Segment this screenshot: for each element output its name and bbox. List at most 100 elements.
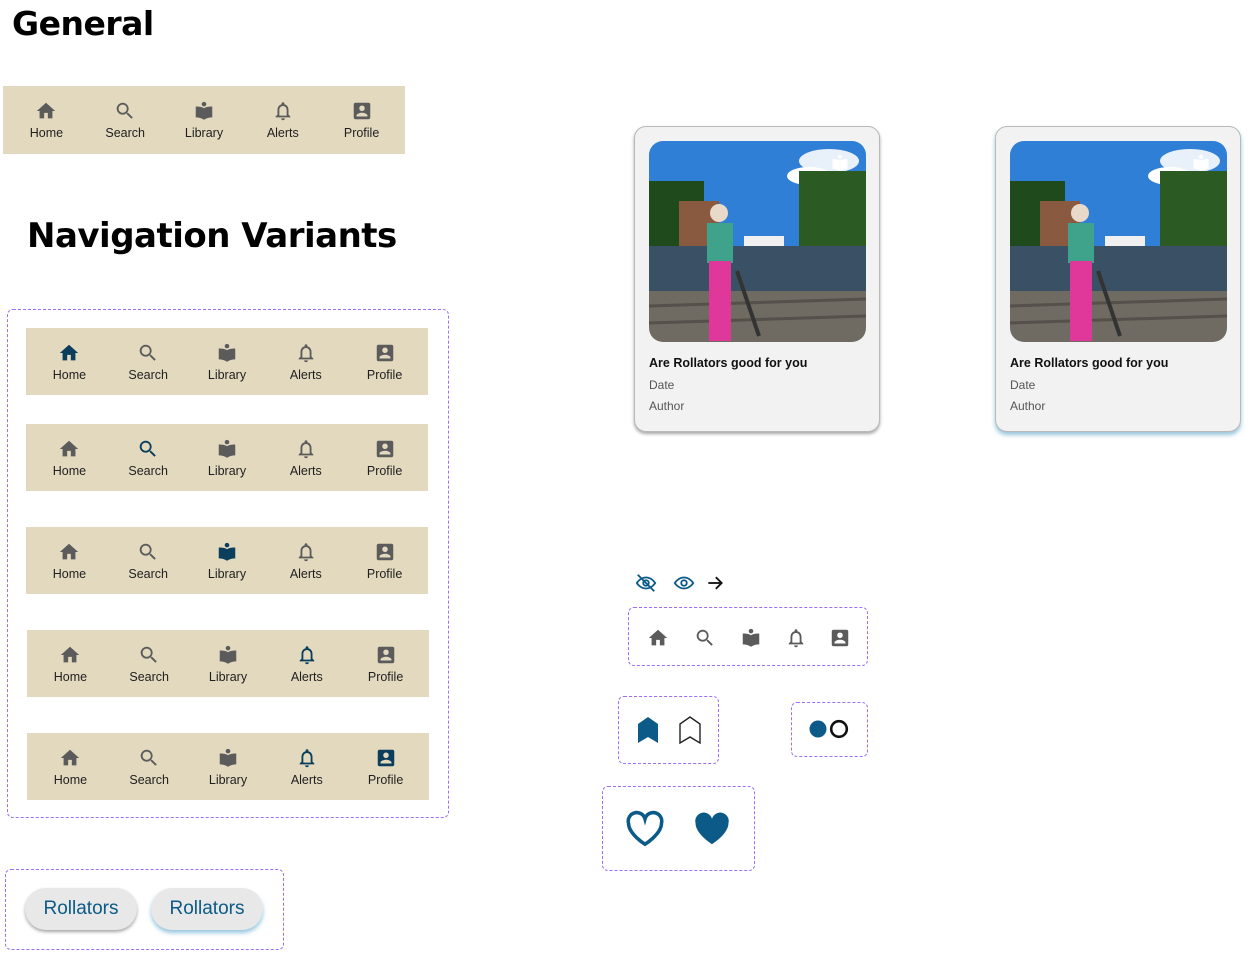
nav-label-alerts: Alerts [290,772,323,787]
nav-label-profile: Profile [366,566,403,581]
nav-item-search[interactable]: Search [86,86,165,154]
nav-item-profile[interactable]: Profile [345,527,424,594]
profile-icon [353,102,370,120]
radio-filled-icon[interactable] [808,719,828,739]
search-icon [139,344,156,361]
nav-item-alerts[interactable]: Alerts [267,733,346,800]
library-icon [218,343,236,362]
nav-item-library[interactable]: Library [189,630,268,697]
eye-icon[interactable] [673,572,695,594]
nav-item-search[interactable]: Search [110,630,189,697]
nav-label-library: Library [207,566,247,581]
nav-item-alerts[interactable]: Alerts [266,328,345,395]
home-icon [60,440,79,456]
article-card-alt[interactable]: Are Rollators good for you Date Author [995,126,1241,432]
radio-outline-icon[interactable] [829,719,849,739]
general-heading: General [12,4,154,43]
nav-item-library[interactable]: Library [165,86,244,154]
nav-item-home[interactable]: Home [30,328,109,395]
home-icon [61,749,80,765]
nav-item-library[interactable]: Library [189,733,268,800]
article-card[interactable]: Are Rollators good for you Date Author [634,126,880,432]
home-icon [60,543,79,559]
search-icon [140,749,157,766]
library-icon [218,439,236,458]
nav-label-library: Library [208,772,248,787]
nav-label-library: Library [207,463,247,478]
library-icon [218,542,236,561]
bookmark-frame [618,696,719,764]
eye-off-icon[interactable] [635,572,657,594]
nav-label-home: Home [53,669,88,684]
nav-item-search[interactable]: Search [110,733,189,800]
profile-icon [377,749,394,766]
nav-item-profile[interactable]: Profile [346,733,425,800]
nav-label-library: Library [184,126,224,140]
nav-label-alerts: Alerts [289,566,322,581]
nav-item-library[interactable]: Library [188,424,267,491]
nav-label-profile: Profile [366,367,403,382]
navbar-variant-profile-active: Home Search Library Alerts Profile [27,733,429,800]
nav-item-home[interactable]: Home [31,733,110,800]
library-icon [219,748,237,767]
heart-outline-icon[interactable] [624,810,666,848]
nav-item-home[interactable]: Home [7,86,86,154]
nav-item-search[interactable]: Search [109,527,188,594]
nav-label-search: Search [128,367,168,382]
article-author: Author [649,399,685,413]
nav-label-search: Search [105,126,145,140]
nav-label-profile: Profile [366,463,403,478]
bookmark-filled-icon[interactable] [636,716,660,744]
library-badge-icon [832,154,848,171]
nav-label-home: Home [52,566,87,581]
nav-label-home: Home [29,126,64,140]
nav-label-home: Home [52,463,87,478]
article-date: Date [649,378,675,392]
profile-icon [831,629,849,647]
chip-rollators[interactable]: Rollators [25,888,137,930]
bell-icon [298,542,314,561]
article-author: Author [1010,399,1046,413]
nav-item-library[interactable]: Library [188,527,267,594]
bookmark-outline-icon[interactable] [678,716,702,744]
chip-rollators-alt[interactable]: Rollators [151,888,263,930]
arrow-right-icon[interactable] [705,573,725,593]
bell-icon [298,343,314,362]
heart-filled-icon[interactable] [691,810,733,848]
profile-icon [376,440,393,457]
nav-label-library: Library [208,669,248,684]
nav-item-search[interactable]: Search [109,328,188,395]
nav-label-alerts: Alerts [289,463,322,478]
profile-icon [376,344,393,361]
bell-icon [275,102,291,121]
nav-item-alerts[interactable]: Alerts [266,527,345,594]
nav-label-library: Library [207,367,247,382]
nav-label-home: Home [52,367,87,382]
nav-label-search: Search [129,669,169,684]
navbar-variant-alerts-active: Home Search Library Alerts Profile [27,630,429,697]
profile-icon [377,646,394,663]
nav-label-alerts: Alerts [266,126,299,140]
search-icon [140,646,157,663]
library-icon [219,645,237,664]
nav-item-alerts[interactable]: Alerts [267,630,346,697]
nav-item-alerts[interactable]: Alerts [266,424,345,491]
nav-item-search[interactable]: Search [109,424,188,491]
navbar-variant-home-active: Home Search Library Alerts Profile [26,328,428,395]
nav-item-profile[interactable]: Profile [346,630,425,697]
article-date: Date [1010,378,1036,392]
nav-label-search: Search [129,772,169,787]
navigation-variants-heading: Navigation Variants [27,216,397,256]
search-icon [139,440,156,457]
search-icon [696,629,713,646]
nav-item-home[interactable]: Home [30,424,109,491]
nav-label-home: Home [53,772,88,787]
nav-item-profile[interactable]: Profile [345,328,424,395]
nav-item-profile[interactable]: Profile [345,424,424,491]
nav-item-library[interactable]: Library [188,328,267,395]
nav-item-home[interactable]: Home [30,527,109,594]
bell-icon [299,645,315,664]
nav-item-home[interactable]: Home [31,630,110,697]
nav-item-profile[interactable]: Profile [322,86,401,154]
nav-item-alerts[interactable]: Alerts [243,86,322,154]
